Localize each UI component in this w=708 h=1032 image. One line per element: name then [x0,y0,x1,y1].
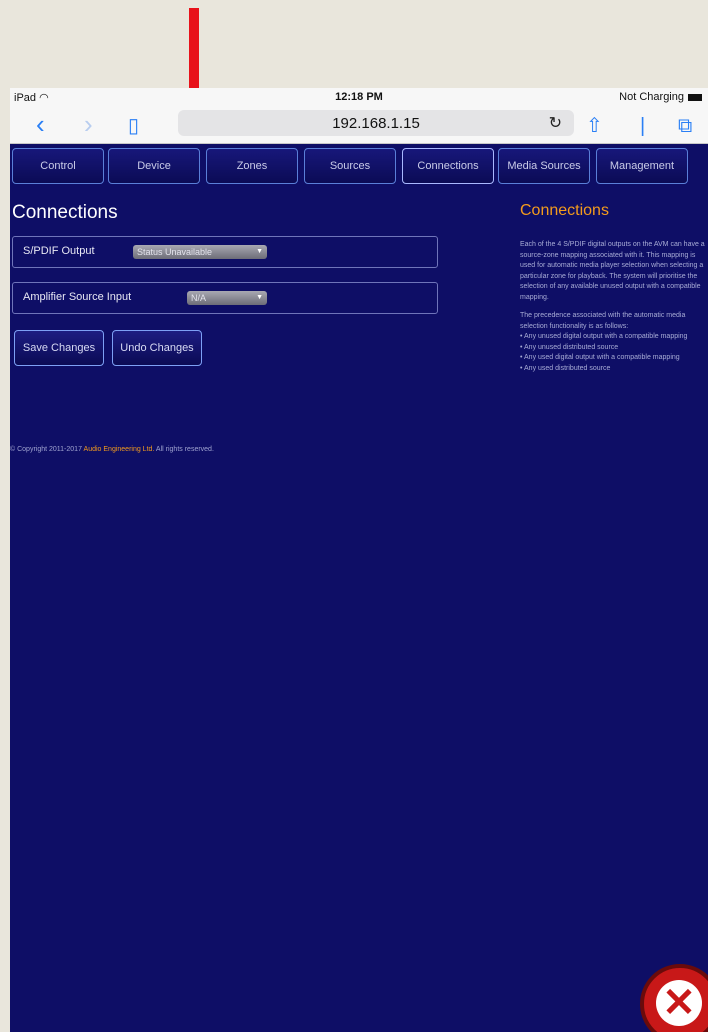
close-icon: ✕ [656,980,702,1026]
help-list-item: • Any used distributed source [520,364,611,372]
reload-icon[interactable]: ↻ [549,113,562,133]
spdif-output-label: S/PDIF Output [23,245,95,257]
spdif-output-select[interactable]: Status Unavailable ▼ [133,245,267,259]
help-list-item: • Any unused distributed source [520,343,619,351]
save-changes-button[interactable]: Save Changes [14,330,104,366]
browser-toolbar: ‹ › ▯ 192.168.1.15 ↻ ⇧ | ⧉ [10,106,708,144]
spdif-output-value: Status Unavailable [137,247,213,257]
tabs-icon[interactable]: ⧉ [678,112,692,140]
tab-zones[interactable]: Zones [206,148,298,184]
help-panel: Each of the 4 S/PDIF digital outputs on … [520,240,708,374]
status-time: 12:18 PM [335,91,383,103]
chevron-down-icon: ▼ [256,248,263,255]
tab-connections[interactable]: Connections [402,148,494,184]
help-title: Connections [520,202,609,219]
help-paragraph-2: The precedence associated with the autom… [520,312,686,330]
tab-control[interactable]: Control [12,148,104,184]
tab-media-sources[interactable]: Media Sources [498,148,590,184]
amplifier-source-label: Amplifier Source Input [23,291,132,303]
tab-management[interactable]: Management [596,148,688,184]
share-icon[interactable]: ⇧ [586,112,603,140]
chevron-left-icon[interactable]: ‹ [36,110,45,138]
battery-icon [688,93,702,101]
main-nav: Control Device Zones Sources Connections… [10,148,708,184]
help-paragraph-1: Each of the 4 S/PDIF digital outputs on … [520,241,705,301]
amplifier-source-value: N/A [191,293,207,303]
url-text: 192.168.1.15 [332,115,420,132]
spdif-output-row: S/PDIF Output Status Unavailable ▼ [12,236,438,268]
status-bar: iPad ◠ 12:18 PM Not Charging [10,88,708,106]
divider-icon: | [640,115,646,137]
status-charging: Not Charging [619,91,702,103]
book-icon[interactable]: ▯ [128,112,139,140]
help-list: • Any unused digital output with a compa… [520,332,708,374]
help-list-item: • Any unused digital output with a compa… [520,333,688,340]
help-list-item: • Any used digital output with a compati… [520,354,680,361]
chevron-down-icon: ▼ [256,294,263,301]
page-title: Connections [12,202,118,223]
chevron-right-icon[interactable]: › [84,110,93,138]
web-page: Control Device Zones Sources Connections… [10,144,708,1032]
address-bar[interactable]: 192.168.1.15 ↻ [178,110,574,136]
undo-changes-button[interactable]: Undo Changes [112,330,202,366]
tab-device[interactable]: Device [108,148,200,184]
tab-sources[interactable]: Sources [304,148,396,184]
copyright-link[interactable]: Audio Engineering Ltd. [84,446,155,453]
amplifier-source-row: Amplifier Source Input N/A ▼ [12,282,438,314]
copyright: © Copyright 2011-2017 Audio Engineering … [10,446,214,453]
amplifier-source-select[interactable]: N/A ▼ [187,291,267,305]
